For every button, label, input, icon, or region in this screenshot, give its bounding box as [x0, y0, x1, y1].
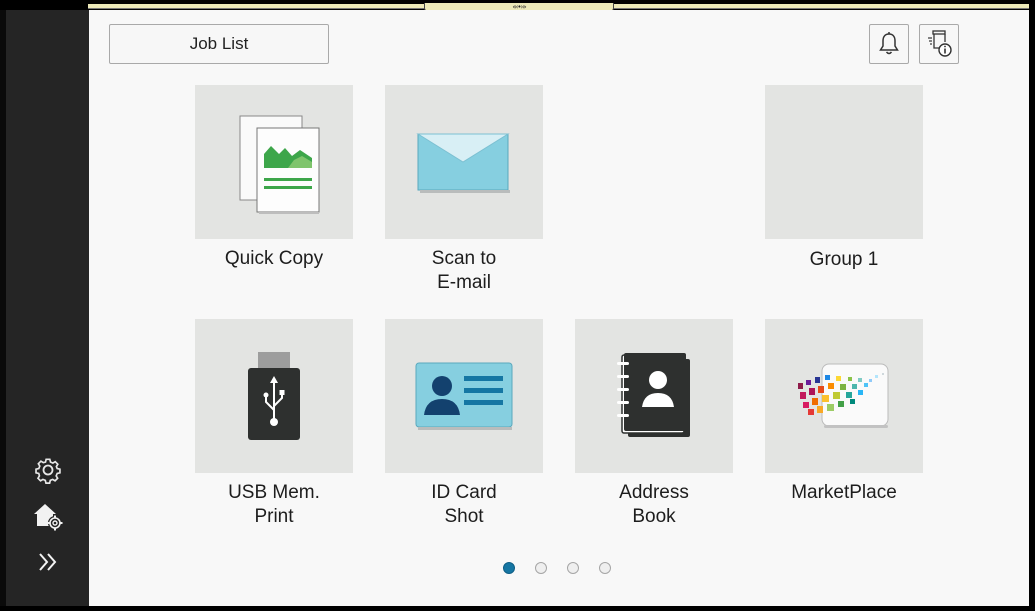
tile-box: [195, 319, 353, 473]
settings-button[interactable]: [30, 452, 66, 488]
tile-box: [385, 85, 543, 239]
tile-label: USB Mem. Print: [228, 482, 320, 527]
page-dot-2[interactable]: [535, 562, 547, 574]
settings-icon: [35, 458, 61, 484]
tile-label: Address Book: [619, 482, 689, 527]
screen-frame-bottom: [0, 606, 1035, 611]
device-info-icon: [928, 30, 952, 57]
expand-icon: [39, 553, 57, 571]
tile-address-book[interactable]: Address Book: [575, 319, 733, 529]
tile-label: Quick Copy: [224, 248, 324, 269]
page-dot-3[interactable]: [567, 562, 579, 574]
tile-scan-to-email[interactable]: Scan to E-mail: [385, 85, 543, 295]
main-panel: Job List Quick Copy Scan to E-mail Group…: [89, 10, 1029, 606]
tile-usb-mem-print[interactable]: USB Mem. Print: [195, 319, 353, 529]
left-sidebar: [6, 10, 89, 606]
tile-box: [385, 319, 543, 473]
tile-label: MarketPlace: [791, 482, 897, 503]
tile-marketplace[interactable]: MarketPlace: [765, 319, 923, 505]
bell-icon: [879, 32, 899, 55]
address-book-icon: [617, 353, 690, 437]
copy-icon: [239, 115, 320, 214]
id-card-icon: [415, 362, 513, 430]
tile-box: [765, 85, 923, 239]
page-dot-1[interactable]: [503, 562, 515, 574]
tile-box: [765, 319, 923, 473]
page-dot-4[interactable]: [599, 562, 611, 574]
notification-button[interactable]: [869, 24, 909, 64]
tile-group-1[interactable]: Group 1: [765, 85, 923, 272]
tile-box: [195, 85, 353, 239]
envelope-icon: [416, 133, 510, 193]
page-indicator: [503, 562, 631, 576]
top-status-bar: «‹•›»: [0, 0, 1035, 12]
home-settings-button[interactable]: [30, 498, 66, 534]
tile-quick-copy[interactable]: Quick Copy: [195, 85, 353, 271]
tile-label: ID Card Shot: [431, 482, 497, 527]
tile-label: Group 1: [809, 249, 879, 270]
marketplace-icon: [798, 363, 889, 428]
usb-icon: [248, 352, 300, 440]
home-settings-icon: [34, 504, 63, 531]
job-list-button[interactable]: Job List: [109, 24, 329, 64]
expand-button[interactable]: [30, 544, 66, 580]
tile-id-card-shot[interactable]: ID Card Shot: [385, 319, 543, 529]
screen-frame-right: [1029, 0, 1035, 611]
tile-label: Scan to E-mail: [431, 248, 497, 293]
device-info-button[interactable]: [919, 24, 959, 64]
tile-box: [575, 319, 733, 473]
